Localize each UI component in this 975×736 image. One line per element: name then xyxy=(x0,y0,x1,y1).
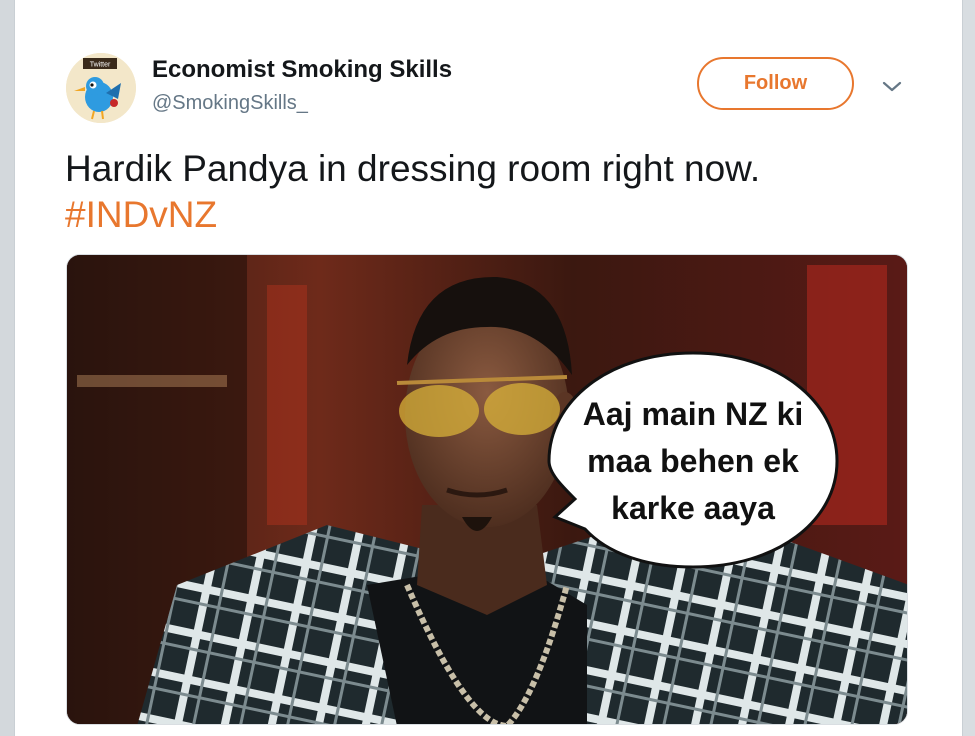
page-backdrop-right xyxy=(963,0,975,736)
avatar-label: Twitter xyxy=(90,62,111,69)
tweet-text: Hardik Pandya in dressing room right now… xyxy=(65,146,925,238)
page-backdrop-left xyxy=(0,0,14,736)
caption-line: Aaj main NZ ki xyxy=(582,396,804,432)
caption-line: maa behen ek xyxy=(587,443,799,479)
screen-name[interactable]: @SmokingSkills_ xyxy=(152,92,308,115)
hashtag-link[interactable]: #INDvNZ xyxy=(65,192,925,238)
avatar[interactable]: Twitter xyxy=(66,53,136,123)
speech-bubble-text: Aaj main NZ ki maa behen ek karke aaya xyxy=(557,391,829,532)
display-name[interactable]: Economist Smoking Skills xyxy=(152,56,452,84)
tweet-body: Hardik Pandya in dressing room right now… xyxy=(65,148,761,189)
chevron-down-icon[interactable] xyxy=(879,76,905,96)
bird-icon: Twitter xyxy=(66,53,136,123)
follow-button[interactable]: Follow xyxy=(697,57,854,110)
tweet-card: Twitter Economist Smoking Skills @Smokin… xyxy=(14,0,963,736)
caption-line: karke aaya xyxy=(611,490,775,526)
tweet-media-image[interactable]: Aaj main NZ ki maa behen ek karke aaya xyxy=(66,254,908,725)
